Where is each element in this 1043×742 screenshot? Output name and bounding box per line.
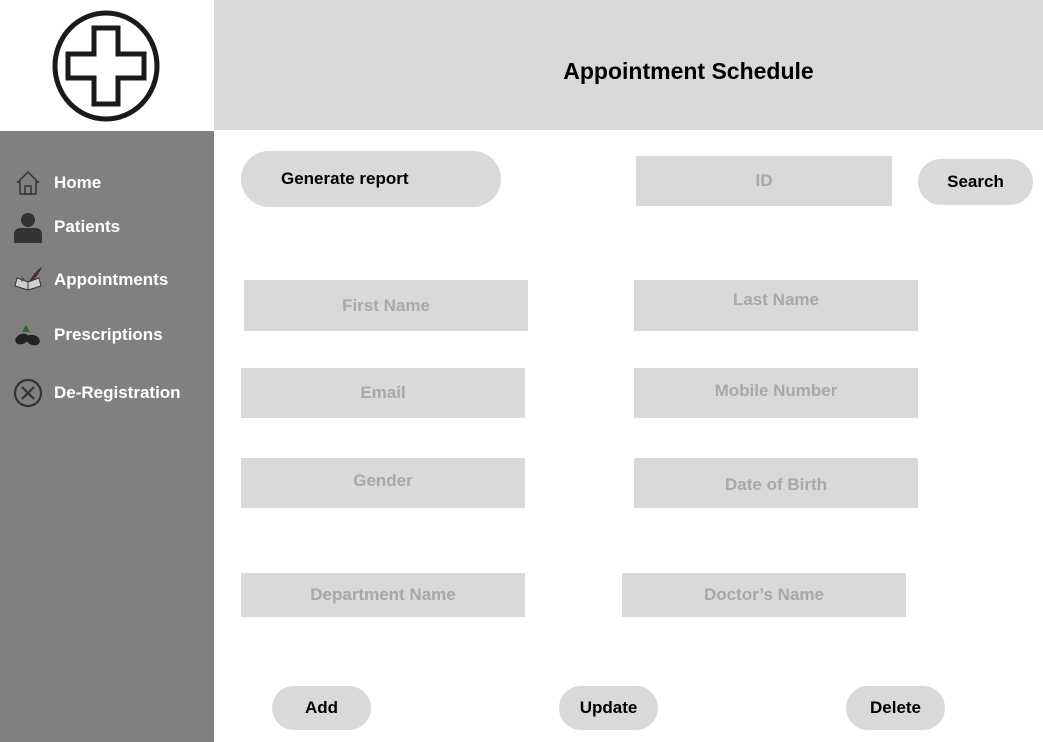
sidebar-item-prescriptions[interactable]: Prescriptions bbox=[12, 319, 163, 351]
sidebar: Home Patients Appointments Prescriptions… bbox=[0, 131, 214, 742]
sidebar-item-patients[interactable]: Patients bbox=[12, 211, 120, 243]
home-icon bbox=[12, 167, 44, 199]
circle-x-icon bbox=[12, 377, 44, 409]
update-button[interactable]: Update bbox=[559, 686, 658, 730]
sidebar-item-label: De-Registration bbox=[54, 383, 181, 402]
sidebar-item-de-registration[interactable]: De-Registration bbox=[12, 377, 181, 409]
header-bar: Appointment Schedule bbox=[214, 0, 1043, 130]
sidebar-item-label: Appointments bbox=[54, 270, 169, 289]
department-name-field[interactable] bbox=[241, 573, 525, 617]
sidebar-item-label: Home bbox=[54, 173, 102, 192]
add-button[interactable]: Add bbox=[272, 686, 371, 730]
search-button[interactable]: Search bbox=[918, 159, 1033, 205]
date-of-birth-field[interactable] bbox=[634, 458, 918, 508]
delete-button[interactable]: Delete bbox=[846, 686, 945, 730]
person-icon bbox=[12, 211, 44, 243]
sidebar-item-appointments[interactable]: Appointments bbox=[12, 264, 168, 296]
pills-icon bbox=[12, 319, 44, 351]
sidebar-item-label: Prescriptions bbox=[54, 325, 163, 344]
doctor-name-field[interactable] bbox=[622, 573, 906, 617]
id-search-input[interactable] bbox=[636, 156, 892, 206]
mobile-number-field[interactable] bbox=[634, 368, 918, 418]
email-field[interactable] bbox=[241, 368, 525, 418]
generate-report-button[interactable]: Generate report bbox=[241, 151, 501, 207]
book-quill-icon bbox=[12, 264, 44, 296]
sidebar-item-home[interactable]: Home bbox=[12, 167, 101, 199]
last-name-field[interactable] bbox=[634, 280, 918, 331]
first-name-field[interactable] bbox=[244, 280, 528, 331]
gender-field[interactable] bbox=[241, 458, 525, 508]
logo-area bbox=[0, 0, 214, 131]
sidebar-item-label: Patients bbox=[54, 217, 121, 236]
medical-cross-icon bbox=[52, 10, 160, 122]
page-title: Appointment Schedule bbox=[563, 58, 814, 84]
